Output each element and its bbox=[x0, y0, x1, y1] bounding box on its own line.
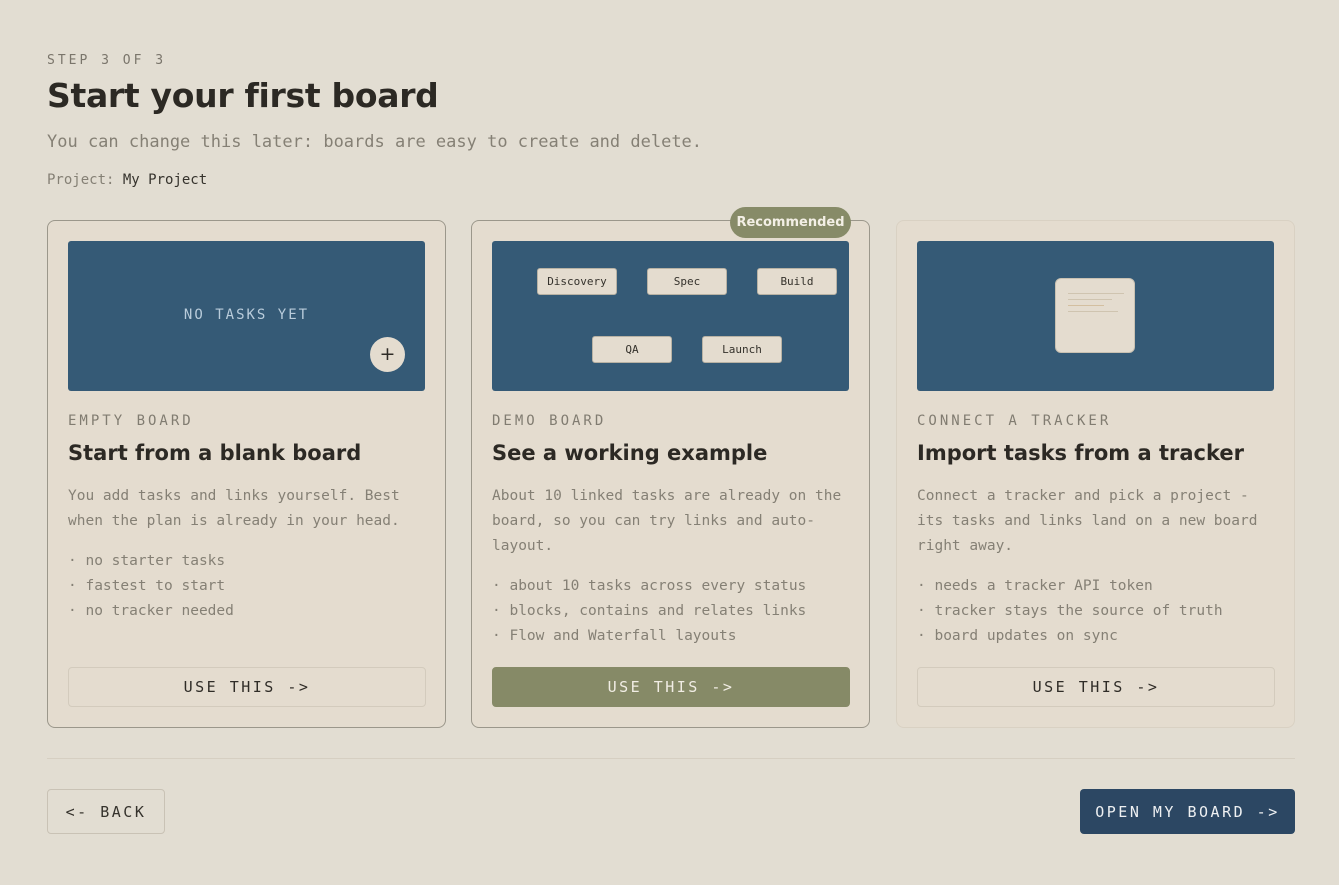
project-info: Project: My Project bbox=[47, 172, 207, 188]
bullet-item: board updates on sync bbox=[917, 624, 1223, 649]
card-connect-tracker[interactable]: CONNECT A TRACKER Import tasks from a tr… bbox=[896, 220, 1295, 728]
bullet-item: no starter tasks bbox=[68, 549, 234, 574]
step-indicator: STEP 3 OF 3 bbox=[47, 53, 167, 68]
bullet-item: Flow and Waterfall layouts bbox=[492, 624, 806, 649]
use-demo-board-button[interactable]: USE THIS -> bbox=[492, 667, 850, 707]
card-demo-board[interactable]: Recommended Discovery Spec Build QA Laun… bbox=[471, 207, 870, 728]
card-kicker: CONNECT A TRACKER bbox=[917, 413, 1112, 429]
card-bullets: no starter tasks fastest to start no tra… bbox=[68, 549, 234, 624]
tracker-preview bbox=[917, 241, 1274, 391]
card-bullets: about 10 tasks across every status block… bbox=[492, 574, 806, 649]
card-kicker: DEMO BOARD bbox=[492, 413, 607, 429]
footer-divider bbox=[47, 758, 1295, 759]
bullet-item: no tracker needed bbox=[68, 599, 233, 624]
card-title: Import tasks from a tracker bbox=[917, 441, 1244, 465]
card-kicker: EMPTY BOARD bbox=[68, 413, 194, 429]
bullet-item: about 10 tasks across every status bbox=[492, 574, 806, 599]
card-empty-board[interactable]: NO TASKS YET + EMPTY BOARD Start from a … bbox=[47, 220, 446, 728]
card-title: Start from a blank board bbox=[68, 441, 362, 465]
bullet-item: blocks, contains and relates links bbox=[492, 599, 806, 624]
open-board-button[interactable]: OPEN MY BOARD -> bbox=[1080, 789, 1295, 834]
demo-board-preview: Discovery Spec Build QA Launch bbox=[492, 241, 849, 391]
card-bullets: needs a tracker API token tracker stays … bbox=[917, 574, 1223, 649]
use-tracker-button[interactable]: USE THIS -> bbox=[917, 667, 1275, 707]
task-chip: Launch bbox=[702, 336, 782, 363]
document-icon bbox=[1055, 278, 1135, 353]
page-subtitle: You can change this later: boards are ea… bbox=[47, 132, 703, 152]
card-title: See a working example bbox=[492, 441, 768, 465]
project-name: My Project bbox=[122, 172, 208, 188]
empty-board-preview: NO TASKS YET + bbox=[68, 241, 425, 391]
empty-preview-text: NO TASKS YET bbox=[183, 307, 310, 323]
back-button[interactable]: <- BACK bbox=[47, 789, 165, 834]
use-empty-board-button[interactable]: USE THIS -> bbox=[68, 667, 426, 707]
page-title: Start your first board bbox=[47, 76, 439, 115]
task-chip: Build bbox=[757, 268, 837, 295]
plus-icon: + bbox=[370, 337, 405, 372]
task-chip: QA bbox=[592, 336, 672, 363]
task-chip: Spec bbox=[647, 268, 727, 295]
card-description: Connect a tracker and pick a project - i… bbox=[917, 488, 1258, 554]
card-description: About 10 linked tasks are already on the… bbox=[492, 488, 842, 554]
card-description: You add tasks and links yourself. Best w… bbox=[68, 488, 400, 529]
task-chip: Discovery bbox=[537, 268, 617, 295]
recommended-badge: Recommended bbox=[730, 207, 851, 238]
bullet-item: fastest to start bbox=[68, 574, 234, 599]
bullet-item: needs a tracker API token bbox=[917, 574, 1223, 599]
bullet-item: tracker stays the source of truth bbox=[917, 599, 1222, 624]
project-label: Project: bbox=[47, 172, 115, 188]
